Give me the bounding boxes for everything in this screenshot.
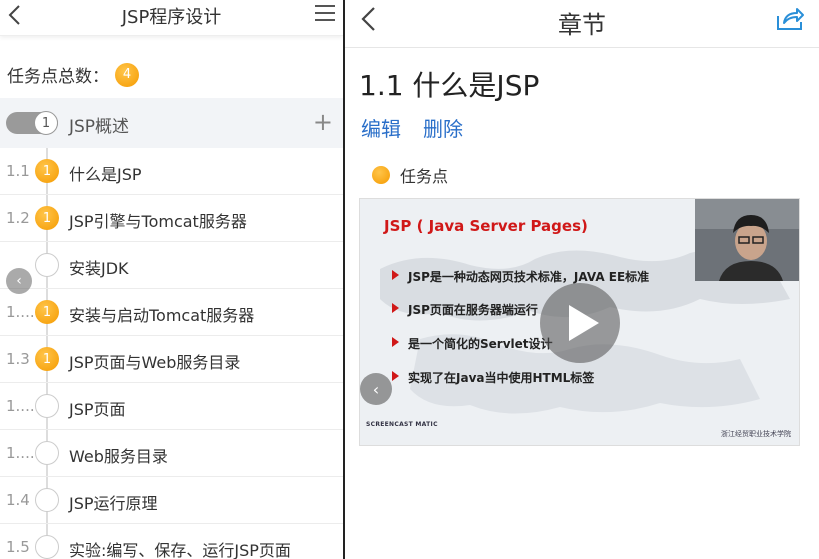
slide-bullet: JSP页面在服务器端运行: [392, 303, 538, 317]
slide-title: JSP ( Java Server Pages): [384, 217, 588, 235]
section-title: 1.1 什么是JSP: [359, 69, 540, 102]
play-icon: [569, 305, 599, 341]
empty-circle-icon: [35, 441, 59, 465]
video-back-icon[interactable]: ‹: [360, 373, 392, 405]
task-point-indicator: 任务点: [372, 163, 448, 187]
item-label: 什么是JSP: [69, 165, 142, 184]
task-total: 任务点总数： 4: [7, 62, 139, 87]
list-item[interactable]: 1.3 1 JSP页面与Web服务目录: [0, 336, 343, 383]
empty-circle-icon: [35, 253, 59, 277]
add-icon[interactable]: +: [313, 110, 333, 134]
slide-bullet: 是一个简化的Servlet设计: [392, 337, 553, 351]
item-number: 1.2: [6, 209, 30, 227]
chapter-number: 1: [34, 111, 58, 135]
task-point-label: 任务点: [400, 167, 449, 186]
empty-circle-icon: [35, 488, 59, 512]
share-icon[interactable]: [775, 6, 805, 32]
slide-bullet: 实现了在Java当中使用HTML标签: [391, 371, 595, 385]
chapter-detail-panel: 章节 1.1 什么是JSP 编辑 删除 任务点 JSP ( Java Serve…: [345, 0, 819, 559]
page-title: 章节: [558, 11, 606, 39]
item-number: 1....: [6, 444, 35, 462]
left-header: JSP程序设计: [0, 0, 343, 36]
list-item[interactable]: 1.1 1 什么是JSP: [0, 148, 343, 195]
item-label: 安装JDK: [69, 259, 129, 278]
item-number: 1.1: [6, 162, 30, 180]
item-label: Web服务目录: [69, 447, 168, 466]
right-header: 章节: [345, 0, 819, 48]
collapse-panel-icon[interactable]: ‹: [6, 268, 32, 294]
item-number: 1.5: [6, 538, 30, 556]
task-point-dot-icon: [372, 166, 390, 184]
task-badge: 1: [35, 347, 59, 371]
task-badge: 1: [35, 300, 59, 324]
play-button[interactable]: [540, 283, 620, 363]
list-item[interactable]: 1.2 1 JSP引擎与Tomcat服务器: [0, 195, 343, 242]
task-badge: 1: [35, 159, 59, 183]
item-label: JSP引擎与Tomcat服务器: [69, 212, 247, 231]
list-item[interactable]: 1.4 JSP运行原理: [0, 477, 343, 524]
item-number: 1....: [6, 397, 35, 415]
task-total-badge: 4: [115, 62, 139, 87]
list-item[interactable]: 1.5 实验:编写、保存、运行JSP页面: [0, 524, 343, 559]
action-bar: 编辑 删除: [361, 113, 463, 142]
task-total-label: 任务点总数：: [7, 67, 109, 87]
chapter-label: JSP概述: [69, 117, 130, 137]
video-player[interactable]: JSP ( Java Server Pages) JSP是一种动态网页技术标准，…: [359, 198, 800, 446]
course-title: JSP程序设计: [121, 7, 222, 28]
section-list: 1.1 1 什么是JSP 1.2 1 JSP引擎与Tomcat服务器 安装JDK…: [0, 148, 343, 559]
item-label: JSP页面与Web服务目录: [69, 353, 241, 372]
list-item[interactable]: 1.... Web服务目录: [0, 430, 343, 477]
task-badge: 1: [35, 206, 59, 230]
empty-circle-icon: [35, 394, 59, 418]
list-item[interactable]: 安装JDK: [0, 242, 343, 289]
screencast-watermark: SCREENCAST MATIC: [366, 421, 438, 428]
item-label: 实验:编写、保存、运行JSP页面: [69, 541, 291, 559]
list-item[interactable]: 1.... JSP页面: [0, 383, 343, 430]
menu-icon[interactable]: [315, 5, 335, 21]
empty-circle-icon: [35, 535, 59, 559]
item-label: 安装与启动Tomcat服务器: [69, 306, 255, 325]
item-number: 1....: [6, 303, 35, 321]
delete-button[interactable]: 删除: [423, 113, 463, 142]
item-label: JSP页面: [69, 400, 126, 419]
slide-bullet: JSP是一种动态网页技术标准，JAVA EE标准: [391, 270, 650, 284]
edit-button[interactable]: 编辑: [361, 113, 401, 142]
item-number: 1.3: [6, 350, 30, 368]
chapter-row[interactable]: 1 JSP概述 +: [0, 98, 343, 148]
presenter-webcam-image: [695, 199, 799, 281]
item-number: 1.4: [6, 491, 30, 509]
school-watermark: 浙江经贸职业技术学院: [721, 430, 791, 438]
item-label: JSP运行原理: [69, 494, 158, 513]
course-outline-panel: JSP程序设计 任务点总数： 4 1 JSP概述 + 1.1 1 什么是JSP …: [0, 0, 343, 559]
list-item[interactable]: 1.... 1 安装与启动Tomcat服务器: [0, 289, 343, 336]
chapter-collapse-toggle[interactable]: 1: [6, 111, 58, 135]
